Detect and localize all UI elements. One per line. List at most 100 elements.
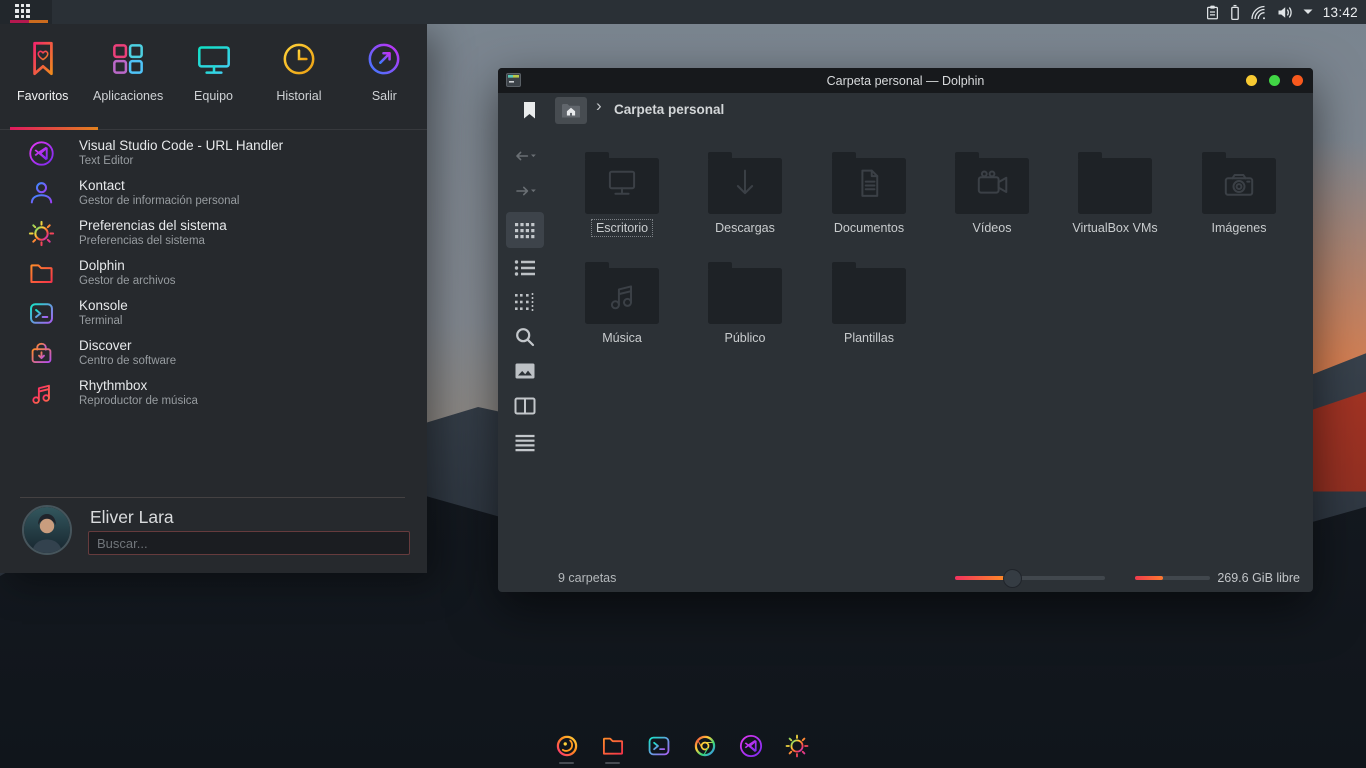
tab-aplicaciones[interactable]: Aplicaciones bbox=[85, 34, 170, 126]
app-subtitle: Text Editor bbox=[79, 154, 283, 168]
dock-dolphin[interactable] bbox=[599, 732, 627, 760]
volume-icon[interactable] bbox=[1276, 4, 1293, 21]
menu-footer-separator bbox=[20, 497, 405, 498]
status-bar: 9 carpetas 269.6 GiB libre bbox=[498, 565, 1313, 592]
folder-icon bbox=[599, 732, 627, 760]
applications-grid-icon bbox=[107, 38, 149, 80]
folder-item[interactable]: Vídeos bbox=[937, 151, 1047, 237]
zoom-slider-fill bbox=[955, 576, 1007, 580]
clipboard-icon[interactable] bbox=[1205, 4, 1220, 21]
folder-item[interactable]: Documentos bbox=[814, 151, 924, 237]
history-clock-icon bbox=[278, 38, 320, 80]
folder-item[interactable]: VirtualBox VMs bbox=[1060, 151, 1170, 237]
titlebar-button-minimize[interactable] bbox=[1246, 75, 1257, 86]
app-title: Konsole bbox=[79, 298, 128, 314]
active-tab-underline bbox=[10, 127, 98, 130]
folder-item[interactable]: Imágenes bbox=[1184, 151, 1294, 237]
download-arrow-glyph bbox=[723, 166, 767, 206]
app-title: Discover bbox=[79, 338, 176, 354]
forward-button[interactable] bbox=[513, 179, 537, 203]
app-title: Rhythmbox bbox=[79, 378, 198, 394]
breadcrumb-current-folder[interactable]: Carpeta personal bbox=[614, 102, 724, 117]
zoom-slider[interactable] bbox=[955, 576, 1105, 580]
tab-label: Equipo bbox=[194, 89, 233, 103]
dock-vscode[interactable] bbox=[737, 732, 765, 760]
zoom-slider-knob[interactable] bbox=[1003, 569, 1022, 588]
window-buttons bbox=[1246, 75, 1303, 86]
tab-label: Historial bbox=[276, 89, 321, 103]
folder-name: Descargas bbox=[710, 219, 780, 237]
desktop: 13:42 Favoritos Aplicaciones Equipo Hist… bbox=[0, 0, 1366, 768]
user-avatar[interactable] bbox=[22, 505, 72, 555]
search-button[interactable] bbox=[513, 325, 537, 349]
tab-label: Aplicaciones bbox=[93, 89, 163, 103]
software-bag-icon bbox=[26, 338, 57, 369]
folder-item[interactable]: Plantillas bbox=[814, 261, 924, 347]
dock-firefox[interactable] bbox=[553, 732, 581, 760]
compact-view-button[interactable] bbox=[513, 256, 537, 280]
folder-item[interactable]: Música bbox=[567, 261, 677, 347]
window-titlebar[interactable]: Carpeta personal — Dolphin bbox=[498, 68, 1313, 93]
tab-salir[interactable]: Salir bbox=[342, 34, 427, 126]
app-subtitle: Reproductor de música bbox=[79, 394, 198, 408]
split-view-button[interactable] bbox=[513, 394, 537, 418]
folder-name: VirtualBox VMs bbox=[1067, 219, 1162, 237]
top-panel: 13:42 bbox=[0, 0, 1366, 24]
app-item-vscode[interactable]: Visual Studio Code - URL Handler Text Ed… bbox=[0, 133, 427, 173]
tab-historial[interactable]: Historial bbox=[256, 34, 341, 126]
app-subtitle: Gestor de información personal bbox=[79, 194, 239, 208]
app-item-konsole[interactable]: Konsole Terminal bbox=[0, 293, 427, 333]
home-folder-icon bbox=[561, 102, 581, 119]
location-toolbar: › Carpeta personal bbox=[498, 93, 1313, 131]
app-item-dolphin[interactable]: Dolphin Gestor de archivos bbox=[0, 253, 427, 293]
folder-name: Documentos bbox=[829, 219, 909, 237]
app-title: Kontact bbox=[79, 178, 239, 194]
document-glyph bbox=[847, 166, 891, 206]
folder-item[interactable]: Escritorio bbox=[567, 151, 677, 237]
app-subtitle: Preferencias del sistema bbox=[79, 234, 227, 248]
app-title: Dolphin bbox=[79, 258, 176, 274]
panel-clock[interactable]: 13:42 bbox=[1323, 5, 1358, 20]
tab-favoritos[interactable]: Favoritos bbox=[0, 34, 85, 126]
preview-button[interactable] bbox=[513, 359, 537, 383]
network-signal-icon[interactable] bbox=[1250, 4, 1267, 21]
folder-icon bbox=[585, 268, 659, 324]
app-item-system-settings[interactable]: Preferencias del sistema Preferencias de… bbox=[0, 213, 427, 253]
breadcrumb-chevron-icon[interactable]: › bbox=[596, 96, 602, 116]
battery-icon[interactable] bbox=[1229, 4, 1241, 21]
dock-settings[interactable] bbox=[783, 732, 811, 760]
titlebar-button-close[interactable] bbox=[1292, 75, 1303, 86]
music-note-glyph bbox=[600, 276, 644, 316]
favorites-bookmark-heart-icon bbox=[22, 38, 64, 80]
app-subtitle: Gestor de archivos bbox=[79, 274, 176, 288]
gear-icon bbox=[26, 218, 57, 249]
folder-item[interactable]: Descargas bbox=[690, 151, 800, 237]
app-subtitle: Terminal bbox=[79, 314, 128, 328]
menu-button[interactable] bbox=[513, 431, 537, 455]
chrome-icon bbox=[691, 732, 719, 760]
dolphin-window: Carpeta personal — Dolphin › Carpeta per… bbox=[498, 68, 1313, 592]
disk-usage-bar bbox=[1135, 576, 1210, 580]
folder-item[interactable]: Público bbox=[690, 261, 800, 347]
app-item-discover[interactable]: Discover Centro de software bbox=[0, 333, 427, 373]
terminal-icon bbox=[26, 298, 57, 329]
bookmark-icon[interactable] bbox=[523, 101, 536, 125]
titlebar-button-maximize[interactable] bbox=[1269, 75, 1280, 86]
folder-name: Plantillas bbox=[839, 329, 899, 347]
caret-down-icon[interactable] bbox=[1302, 8, 1314, 16]
firefox-icon bbox=[553, 732, 581, 760]
app-item-kontact[interactable]: Kontact Gestor de información personal bbox=[0, 173, 427, 213]
app-launcher-button[interactable] bbox=[0, 0, 52, 24]
details-view-button[interactable] bbox=[513, 290, 537, 314]
dock-chrome[interactable] bbox=[691, 732, 719, 760]
folder-icon bbox=[832, 268, 906, 324]
back-button[interactable] bbox=[513, 144, 537, 168]
search-input[interactable] bbox=[88, 531, 410, 555]
monitor-glyph bbox=[600, 166, 644, 206]
dock-konsole[interactable] bbox=[645, 732, 673, 760]
home-breadcrumb-button[interactable] bbox=[555, 97, 587, 124]
app-item-rhythmbox[interactable]: Rhythmbox Reproductor de música bbox=[0, 373, 427, 413]
icons-view-button[interactable] bbox=[513, 219, 537, 243]
tab-equipo[interactable]: Equipo bbox=[171, 34, 256, 126]
folder-icon bbox=[832, 158, 906, 214]
